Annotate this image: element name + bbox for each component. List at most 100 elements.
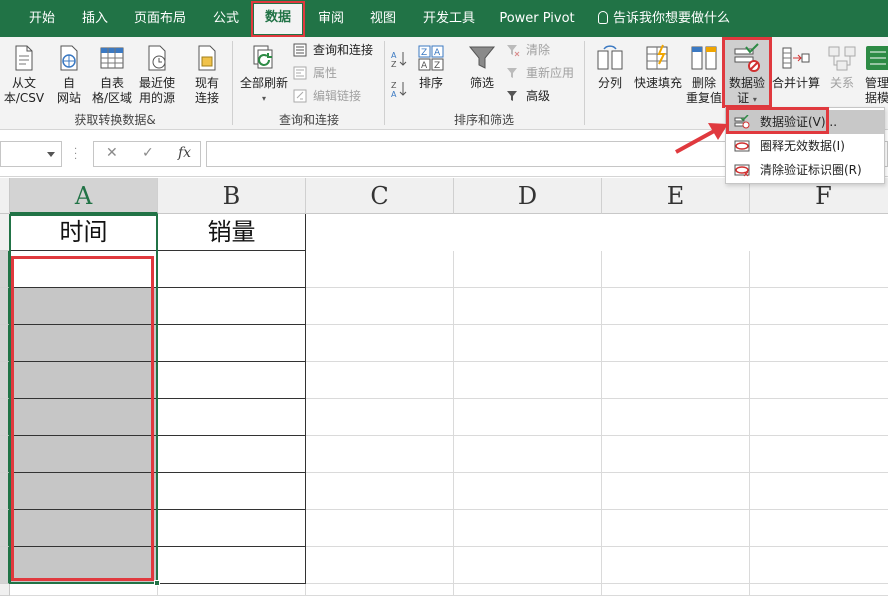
cell[interactable] xyxy=(750,473,888,510)
column-header-d[interactable]: D xyxy=(454,178,602,214)
cell[interactable] xyxy=(306,510,454,547)
menu-item-data-validation[interactable]: 数据验证(V)... xyxy=(726,110,884,134)
cell[interactable] xyxy=(306,436,454,473)
cell[interactable] xyxy=(750,584,888,596)
cancel-icon[interactable]: ✕ xyxy=(106,145,118,161)
name-box[interactable] xyxy=(0,141,62,167)
tab-formulas[interactable]: 公式 xyxy=(203,0,249,37)
cell[interactable] xyxy=(454,473,602,510)
cell[interactable] xyxy=(158,436,306,473)
cell[interactable] xyxy=(306,288,454,325)
cell[interactable] xyxy=(10,584,158,596)
cell[interactable] xyxy=(750,399,888,436)
cell[interactable] xyxy=(454,399,602,436)
cell[interactable] xyxy=(602,510,750,547)
enter-icon[interactable]: ✓ xyxy=(142,145,154,161)
cell[interactable] xyxy=(306,547,454,584)
cell[interactable] xyxy=(454,288,602,325)
cell[interactable] xyxy=(306,584,454,596)
cell[interactable] xyxy=(10,473,158,510)
cell[interactable] xyxy=(306,362,454,399)
tab-view[interactable]: 视图 xyxy=(360,0,406,37)
cell[interactable] xyxy=(750,436,888,473)
tab-insert[interactable]: 插入 xyxy=(71,0,119,37)
recent-sources-button[interactable]: 最近使 用的源 xyxy=(136,43,178,106)
cell[interactable] xyxy=(602,288,750,325)
column-header-a[interactable]: A xyxy=(10,178,158,214)
cell[interactable] xyxy=(454,362,602,399)
tab-developer[interactable]: 开发工具 xyxy=(416,0,482,37)
row-header[interactable] xyxy=(0,214,10,251)
queries-connections-button[interactable]: 查询和连接 xyxy=(293,40,373,60)
sort-button[interactable]: ZAAZ 排序 xyxy=(414,43,448,91)
cell-b1[interactable]: 销量 xyxy=(158,214,306,251)
data-validation-button[interactable]: 数据验 证 ▾ xyxy=(724,39,770,105)
remove-duplicates-button[interactable]: 删除 重复值 xyxy=(686,43,722,106)
cell[interactable] xyxy=(602,325,750,362)
clear-filter-button[interactable]: 清除 xyxy=(506,40,550,60)
insert-function-icon[interactable]: fx xyxy=(178,145,191,161)
cell[interactable] xyxy=(158,362,306,399)
cell[interactable] xyxy=(10,325,158,362)
flash-fill-button[interactable]: 快速填充 xyxy=(630,43,686,91)
cell[interactable] xyxy=(10,288,158,325)
cell[interactable] xyxy=(158,325,306,362)
row-header[interactable] xyxy=(0,399,10,436)
reapply-button[interactable]: 重新应用 xyxy=(506,63,574,83)
from-text-csv-button[interactable]: 从文 本/CSV xyxy=(2,43,46,106)
cell[interactable] xyxy=(602,399,750,436)
cell[interactable] xyxy=(10,510,158,547)
tab-review[interactable]: 审阅 xyxy=(308,0,354,37)
cell[interactable] xyxy=(750,251,888,288)
row-header[interactable] xyxy=(0,362,10,399)
cell[interactable] xyxy=(454,251,602,288)
cell[interactable] xyxy=(10,251,158,288)
from-web-button[interactable]: 自 网站 xyxy=(50,43,88,106)
cell[interactable] xyxy=(454,547,602,584)
cell[interactable] xyxy=(158,547,306,584)
fill-handle[interactable] xyxy=(154,580,160,586)
cell[interactable] xyxy=(306,399,454,436)
row-header[interactable] xyxy=(0,547,10,584)
cell[interactable] xyxy=(750,288,888,325)
properties-button[interactable]: 属性 xyxy=(293,63,337,83)
menu-item-circle-invalid[interactable]: 圈释无效数据(I) xyxy=(726,134,884,158)
sort-descending-button[interactable]: ZA xyxy=(390,79,410,99)
row-header[interactable] xyxy=(0,510,10,547)
row-header[interactable] xyxy=(0,473,10,510)
refresh-all-button[interactable]: 全部刷新 ▾ xyxy=(238,43,290,106)
advanced-filter-button[interactable]: 高级 xyxy=(506,86,550,106)
cell-a1[interactable]: 时间 xyxy=(10,214,158,251)
cell[interactable] xyxy=(602,436,750,473)
cell[interactable] xyxy=(602,362,750,399)
row-header[interactable] xyxy=(0,288,10,325)
cell[interactable] xyxy=(602,251,750,288)
row-header[interactable] xyxy=(0,325,10,362)
cell[interactable] xyxy=(10,436,158,473)
cell[interactable] xyxy=(602,547,750,584)
cell[interactable] xyxy=(750,510,888,547)
tell-me-search[interactable]: 告诉我你想要做什么 xyxy=(598,0,730,37)
drag-handle-icon[interactable]: · · · xyxy=(74,145,77,165)
row-header[interactable] xyxy=(0,436,10,473)
from-table-range-button[interactable]: 自表 格/区域 xyxy=(90,43,134,106)
tab-data[interactable]: 数据 xyxy=(251,1,305,37)
column-header-b[interactable]: B xyxy=(158,178,306,214)
tab-page-layout[interactable]: 页面布局 xyxy=(125,0,195,37)
select-all-corner[interactable] xyxy=(0,178,10,214)
cell[interactable] xyxy=(750,362,888,399)
row-header[interactable] xyxy=(0,584,10,596)
cell[interactable] xyxy=(602,584,750,596)
cell[interactable] xyxy=(158,399,306,436)
tab-home[interactable]: 开始 xyxy=(13,0,71,37)
cell[interactable] xyxy=(158,251,306,288)
cell[interactable] xyxy=(454,325,602,362)
manage-data-model-button[interactable]: 管理 据模 xyxy=(862,43,888,106)
relationships-button[interactable]: 关系 xyxy=(824,43,860,91)
cell[interactable] xyxy=(602,473,750,510)
cell[interactable] xyxy=(10,362,158,399)
cell[interactable] xyxy=(10,547,158,584)
cell[interactable] xyxy=(10,399,158,436)
edit-links-button[interactable]: 编辑链接 xyxy=(293,86,361,106)
column-header-c[interactable]: C xyxy=(306,178,454,214)
